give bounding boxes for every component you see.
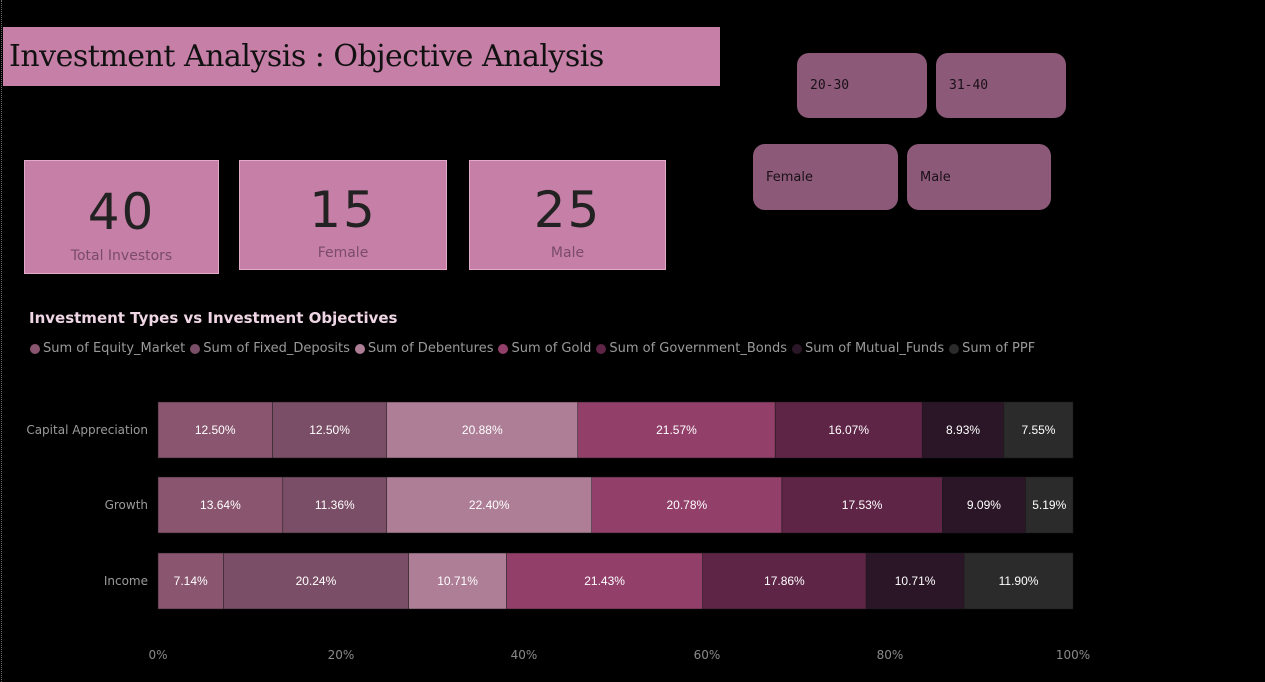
- data-label: 10.71%: [895, 574, 936, 588]
- x-tick-label: 80%: [877, 648, 904, 662]
- data-label: 11.36%: [315, 498, 355, 512]
- data-label: 20.24%: [296, 574, 337, 588]
- category-label: Growth: [105, 498, 148, 512]
- data-label: 12.50%: [309, 423, 350, 437]
- data-label: 12.50%: [195, 423, 236, 437]
- data-label: 20.78%: [666, 498, 707, 512]
- data-label: 9.09%: [967, 498, 1001, 512]
- x-tick-label: 0%: [148, 648, 167, 662]
- data-label: 5.19%: [1032, 498, 1066, 512]
- category-label: Income: [104, 574, 148, 588]
- data-label: 17.86%: [764, 574, 805, 588]
- data-label: 21.43%: [584, 574, 625, 588]
- x-tick-label: 100%: [1056, 648, 1090, 662]
- data-label: 7.55%: [1021, 423, 1055, 437]
- x-tick-label: 40%: [511, 648, 538, 662]
- stacked-bar-chart: Capital Appreciation 12.50% 12.50% 20.88% 21…: [26, 401, 1090, 662]
- x-tick-label: 60%: [694, 648, 721, 662]
- category-label: Capital Appreciation: [26, 423, 148, 437]
- data-label: 7.14%: [174, 574, 208, 588]
- x-tick-label: 20%: [328, 648, 355, 662]
- data-label: 22.40%: [469, 498, 510, 512]
- data-label: 11.90%: [999, 574, 1039, 588]
- data-label: 17.53%: [842, 498, 883, 512]
- data-label: 13.64%: [200, 498, 241, 512]
- data-label: 8.93%: [946, 423, 980, 437]
- data-label: 10.71%: [437, 574, 478, 588]
- data-label: 16.07%: [828, 423, 869, 437]
- data-label: 21.57%: [656, 423, 697, 437]
- data-label: 20.88%: [462, 423, 503, 437]
